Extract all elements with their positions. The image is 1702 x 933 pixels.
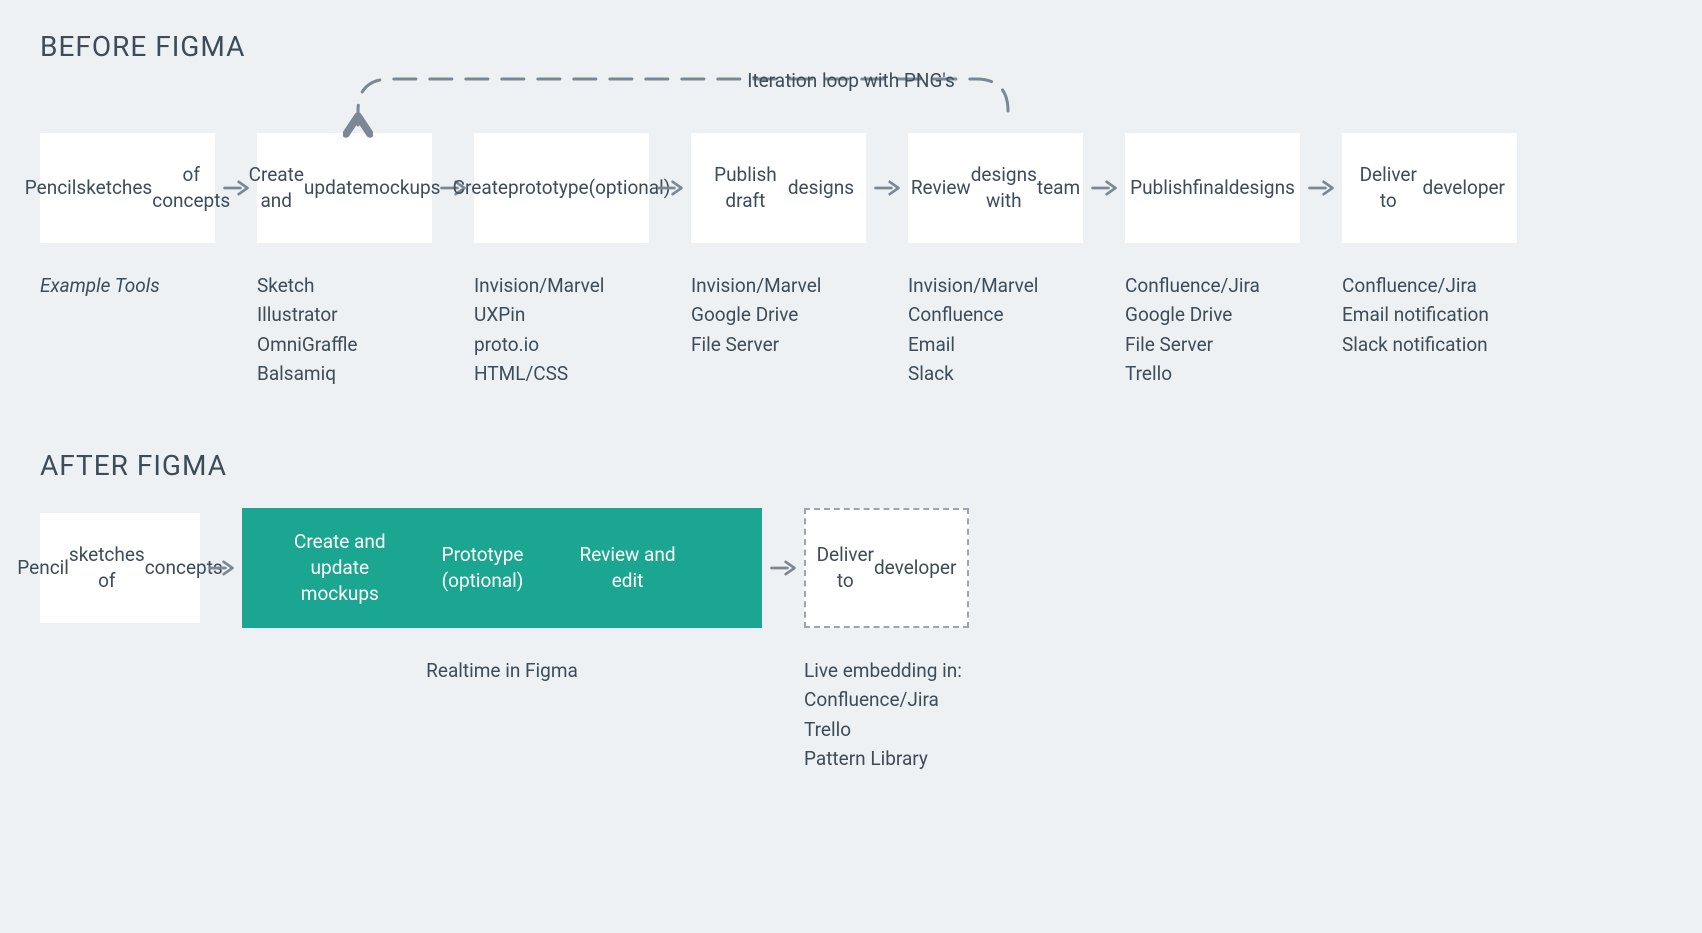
after-figma-group: Create andupdatemockupsPrototype(optiona…: [242, 508, 762, 628]
after-flow: Pencilsketches ofconcepts Create andupda…: [40, 508, 1662, 628]
arrow-icon: [1300, 177, 1342, 199]
example-tools-label: Example Tools: [40, 271, 215, 389]
arrow-icon: [200, 557, 242, 579]
before-flow: Iteration loop with PNG's Pencilsketches…: [40, 133, 1662, 389]
after-tools: Realtime in Figma Live embedding in:Confl…: [40, 656, 1662, 774]
after-deliver-tools: Live embedding in:Confluence/JiraTrelloP…: [804, 656, 1029, 774]
spacer: [200, 656, 242, 774]
before-step-0: Pencilsketchesof concepts: [40, 133, 215, 243]
arrow-icon: [1083, 177, 1125, 199]
after-heading: AFTER FIGMA: [40, 449, 1662, 482]
arrow-icon: [762, 557, 804, 579]
iteration-loop-label: Iteration loop with PNG's: [40, 69, 1662, 92]
after-figma-step-2: Review andedit: [552, 542, 704, 593]
before-step-6: Deliver todeveloper: [1342, 133, 1517, 243]
before-step-2: Createprototype(optional): [474, 133, 649, 243]
before-tools-6: Confluence/JiraEmail notificationSlack n…: [1342, 271, 1517, 389]
arrow-icon: [649, 177, 691, 199]
before-step-3: Publish draftdesigns: [691, 133, 866, 243]
after-figma-caption: Realtime in Figma: [242, 656, 762, 774]
after-step-sketches: Pencilsketches ofconcepts: [40, 513, 200, 623]
before-tools-5: Confluence/JiraGoogle DriveFile ServerTr…: [1125, 271, 1300, 389]
before-step-1: Create andupdatemockups: [257, 133, 432, 243]
after-figma-step-0: Create andupdatemockups: [266, 529, 414, 606]
before-tools-2: Invision/MarvelUXPinproto.ioHTML/CSS: [474, 271, 649, 389]
before-heading: BEFORE FIGMA: [40, 30, 1662, 63]
iteration-loop-arrow: [40, 63, 1660, 143]
spacer: [762, 656, 804, 774]
spacer: [40, 656, 200, 774]
before-step-5: Publishfinaldesigns: [1125, 133, 1300, 243]
after-figma-step-1: Prototype(optional): [414, 542, 552, 593]
before-tools-1: SketchIllustratorOmniGraffleBalsamiq: [257, 271, 432, 389]
after-step-deliver: Deliver todeveloper: [804, 508, 969, 628]
before-tools-4: Invision/MarvelConfluenceEmailSlack: [908, 271, 1083, 389]
before-step-4: Reviewdesigns withteam: [908, 133, 1083, 243]
arrow-icon: [866, 177, 908, 199]
before-tools-3: Invision/MarvelGoogle DriveFile Server: [691, 271, 866, 389]
